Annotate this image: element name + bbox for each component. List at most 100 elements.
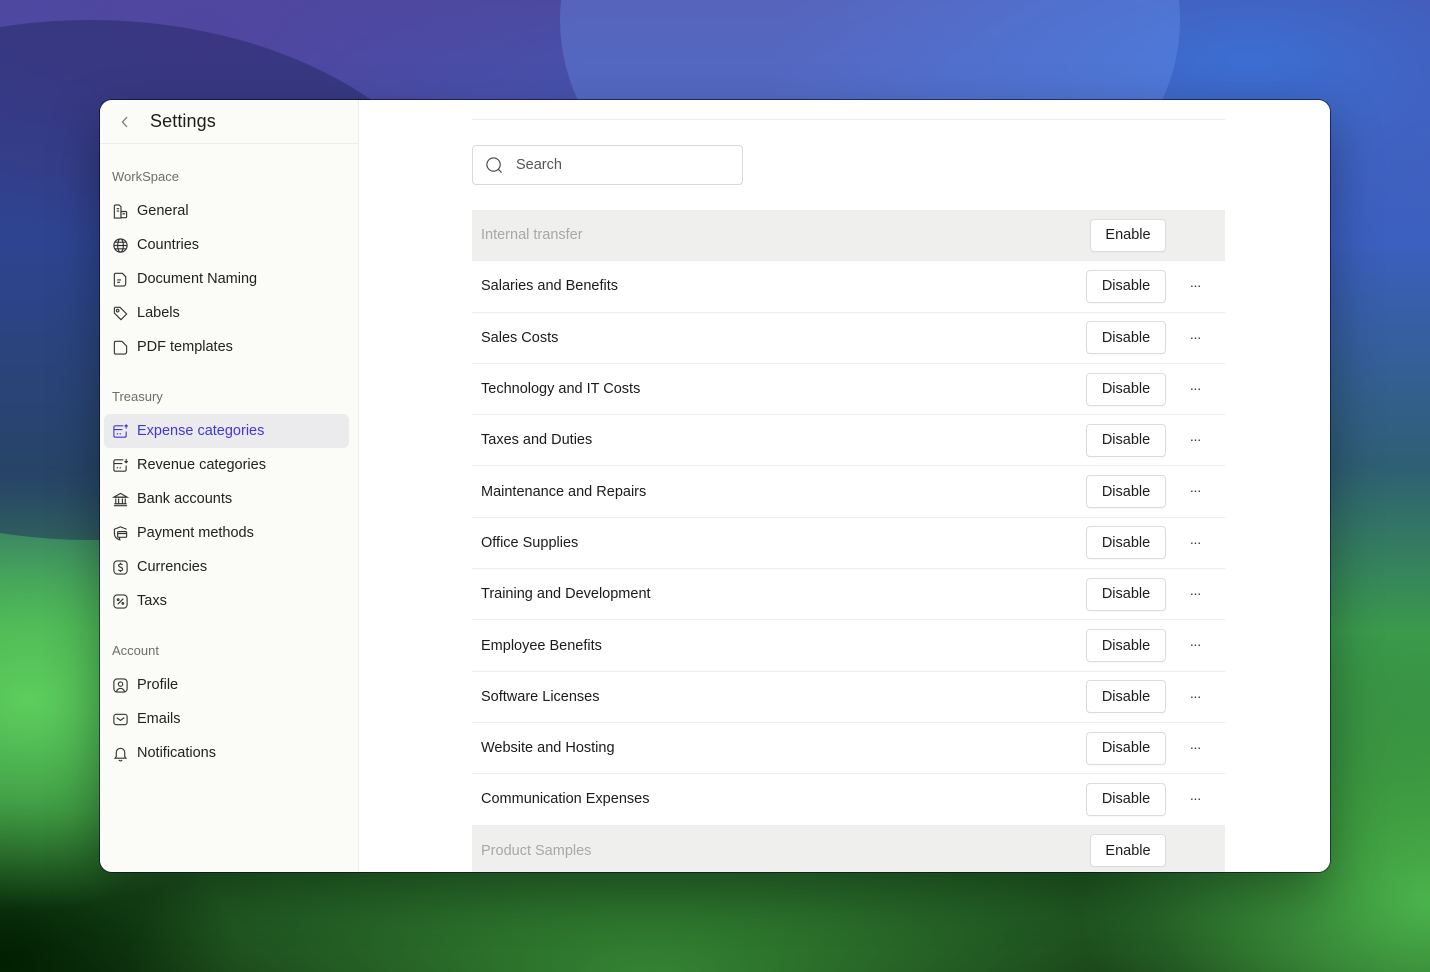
percent-icon xyxy=(112,593,129,610)
sidebar-item-label: Taxs xyxy=(137,593,167,609)
more-options-icon[interactable]: ··· xyxy=(1184,275,1206,295)
more-options-icon[interactable]: ··· xyxy=(1184,583,1206,603)
bell-icon xyxy=(112,745,129,762)
sidebar-item-profile[interactable]: Profile xyxy=(104,668,349,702)
dollar-icon xyxy=(112,559,129,576)
category-name: Sales Costs xyxy=(481,329,559,346)
globe-icon xyxy=(112,237,129,254)
expense-category-list: Internal transfer Enable Salaries and Bene… xyxy=(472,210,1225,872)
disable-button[interactable]: Disable xyxy=(1086,475,1166,509)
disable-button[interactable]: Disable xyxy=(1086,577,1166,611)
section-label: WorkSpace xyxy=(112,169,179,184)
sidebar-item-document-naming[interactable]: Document Naming xyxy=(104,262,349,296)
sidebar-item-countries[interactable]: Countries xyxy=(104,228,349,262)
main-content: + New Expense Internal transferEnableSal… xyxy=(359,100,1330,872)
chevron-left-icon[interactable] xyxy=(118,112,132,132)
category-row: Internal transfer Enable xyxy=(472,210,1225,262)
sidebar-section-account: Account Profile Emails Notifications xyxy=(100,641,358,770)
bank-icon xyxy=(112,491,129,508)
more-options-icon[interactable]: ··· xyxy=(1184,532,1206,552)
category-name: Software Licenses xyxy=(481,688,600,705)
sidebar-item-label: Currencies xyxy=(137,559,208,575)
sidebar-item-label: General xyxy=(137,203,189,219)
sidebar-item-bank-accounts[interactable]: Bank accounts xyxy=(104,482,349,516)
category-name: Taxes and Duties xyxy=(481,432,593,449)
enable-button[interactable]: Enable xyxy=(1090,834,1166,868)
more-options-icon[interactable]: ··· xyxy=(1184,480,1206,500)
disable-button[interactable]: Disable xyxy=(1086,629,1166,663)
more-options-icon[interactable]: ··· xyxy=(1184,378,1206,398)
sidebar-section-workspace: WorkSpace General Countries Document Nam… xyxy=(100,167,358,364)
disable-button[interactable]: Disable xyxy=(1086,526,1166,560)
category-name: Training and Development xyxy=(481,586,651,603)
divider xyxy=(472,119,1225,120)
expense-icon xyxy=(112,423,129,440)
mail-icon xyxy=(112,711,129,728)
category-name: Employee Benefits xyxy=(481,637,602,654)
sidebar-item-expense-categories[interactable]: Expense categories xyxy=(104,414,349,448)
sidebar-item-payment-methods[interactable]: Payment methods xyxy=(104,516,349,550)
disable-button[interactable]: Disable xyxy=(1086,423,1166,457)
category-row: Communication Expenses Disable ··· xyxy=(472,774,1225,826)
category-row: Taxes and Duties Disable ··· xyxy=(472,415,1225,467)
section-label: Treasury xyxy=(112,389,163,404)
document-icon xyxy=(112,271,129,288)
enable-button[interactable]: Enable xyxy=(1090,218,1166,252)
more-options-icon[interactable]: ··· xyxy=(1184,737,1206,757)
sidebar-item-emails[interactable]: Emails xyxy=(104,702,349,736)
category-name: Internal transfer xyxy=(481,227,583,244)
category-name: Office Supplies xyxy=(481,534,579,551)
disable-button[interactable]: Disable xyxy=(1086,680,1166,714)
category-name: Website and Hosting xyxy=(481,740,615,757)
sidebar-item-notifications[interactable]: Notifications xyxy=(104,736,349,770)
category-name: Salaries and Benefits xyxy=(481,278,619,295)
revenue-icon xyxy=(112,457,129,474)
sidebar-item-label: Payment methods xyxy=(137,525,254,541)
sidebar-item-pdf-templates[interactable]: PDF templates xyxy=(104,330,349,364)
sidebar-item-currencies[interactable]: Currencies xyxy=(104,550,349,584)
sidebar-item-labels[interactable]: Labels xyxy=(104,296,349,330)
sidebar-item-label: Countries xyxy=(137,237,200,253)
category-row: Employee Benefits Disable ··· xyxy=(472,620,1225,672)
sidebar-item-label: Profile xyxy=(137,677,179,693)
category-row: Maintenance and Repairs Disable ··· xyxy=(472,466,1225,518)
sidebar: Settings WorkSpace General Countries Doc… xyxy=(100,100,359,872)
sidebar-header: Settings xyxy=(100,100,358,144)
category-name: Technology and IT Costs xyxy=(481,381,641,398)
category-row: Training and Development Disable ··· xyxy=(472,569,1225,621)
search-input[interactable] xyxy=(516,157,716,173)
disable-button[interactable]: Disable xyxy=(1086,372,1166,406)
category-row: Salaries and Benefits Disable ··· xyxy=(472,261,1225,313)
sidebar-item-general[interactable]: General xyxy=(104,194,349,228)
sidebar-item-label: Notifications xyxy=(137,745,216,761)
sidebar-item-label: PDF templates xyxy=(137,339,233,355)
disable-button[interactable]: Disable xyxy=(1086,731,1166,765)
category-row: Technology and IT Costs Disable ··· xyxy=(472,364,1225,416)
disable-button[interactable]: Disable xyxy=(1086,321,1166,355)
tag-icon xyxy=(112,305,129,322)
category-row: Office Supplies Disable ··· xyxy=(472,518,1225,570)
building-document-icon xyxy=(112,203,129,220)
more-options-icon[interactable]: ··· xyxy=(1184,327,1206,347)
sidebar-item-label: Labels xyxy=(137,305,180,321)
category-row: Product Samples Enable xyxy=(472,825,1225,872)
sidebar-item-label: Expense categories xyxy=(137,423,265,439)
more-options-icon[interactable]: ··· xyxy=(1184,686,1206,706)
category-name: Communication Expenses xyxy=(481,791,650,808)
disable-button[interactable]: Disable xyxy=(1086,782,1166,816)
more-options-icon[interactable]: ··· xyxy=(1184,429,1206,449)
more-options-icon[interactable]: ··· xyxy=(1184,634,1206,654)
disable-button[interactable]: Disable xyxy=(1086,269,1166,303)
sidebar-item-revenue-categories[interactable]: Revenue categories xyxy=(104,448,349,482)
search-box[interactable] xyxy=(472,145,743,185)
sidebar-item-label: Document Naming xyxy=(137,271,258,287)
category-row: Software Licenses Disable ··· xyxy=(472,672,1225,723)
file-icon xyxy=(112,339,129,356)
settings-window: Settings WorkSpace General Countries Doc… xyxy=(100,100,1330,872)
category-row: Sales Costs Disable ··· xyxy=(472,313,1225,364)
category-row: Website and Hosting Disable ··· xyxy=(472,723,1225,775)
user-icon xyxy=(112,677,129,694)
sidebar-item-taxs[interactable]: Taxs xyxy=(104,584,349,618)
more-options-icon[interactable]: ··· xyxy=(1184,788,1206,808)
sidebar-section-treasury: Treasury Expense categories Revenue cate… xyxy=(100,387,358,618)
